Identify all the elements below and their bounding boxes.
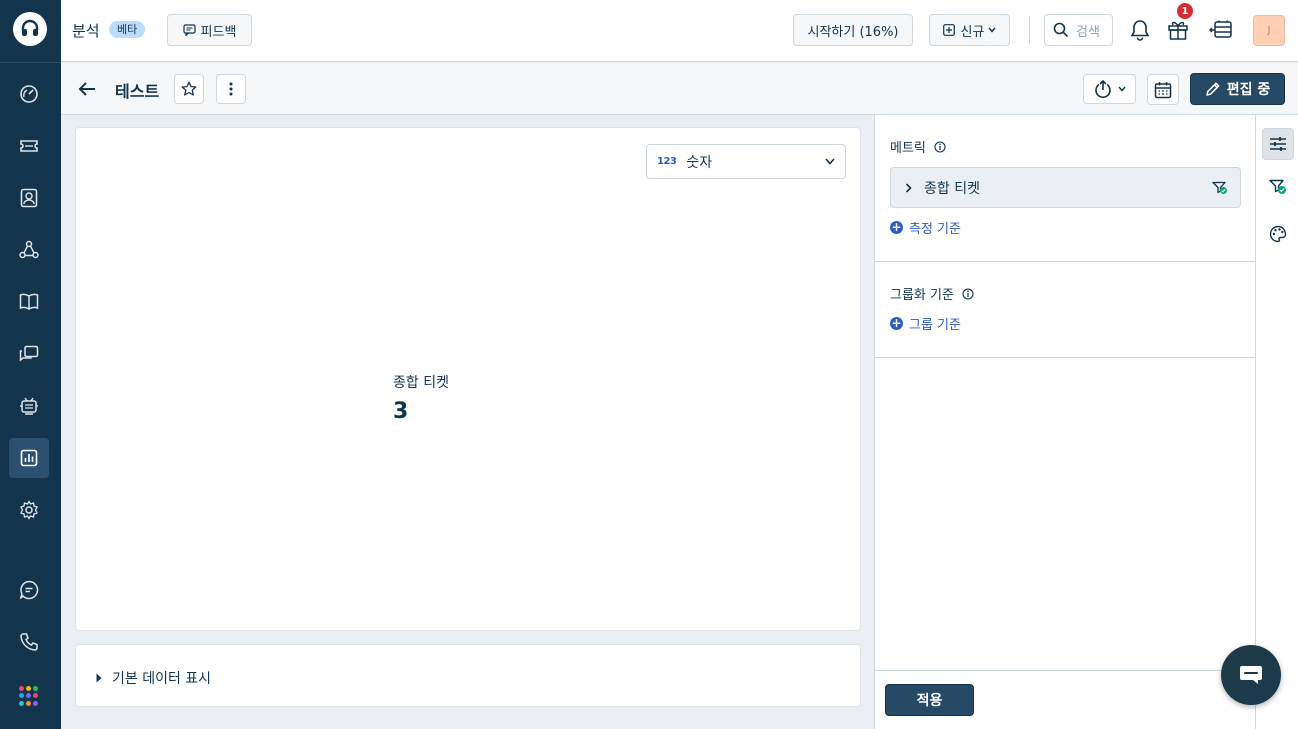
nav-bot-icon[interactable] — [9, 386, 49, 426]
settings-sliders-icon[interactable] — [1262, 128, 1294, 160]
add-measure-label: 측정 기준 — [909, 222, 961, 237]
palette-icon[interactable] — [1262, 218, 1294, 250]
underlying-data-section: 기본 데이터 표시 — [75, 644, 861, 707]
app-grid-dot — [26, 693, 31, 699]
report-header: 테스트 편집 중 — [61, 63, 1298, 115]
search-button[interactable]: 검색 — [1044, 14, 1113, 46]
feedback-icon — [182, 24, 196, 36]
export-icon — [1094, 80, 1112, 98]
editing-label: 편집 중 — [1226, 82, 1271, 98]
app-grid-dot — [19, 700, 24, 706]
calendar-button[interactable] — [1147, 74, 1179, 105]
chart-widget: 123 숫자 종합 티켓 3 — [75, 127, 861, 631]
show-underlying-data-toggle[interactable]: 기본 데이터 표시 — [96, 668, 211, 688]
info-icon[interactable] — [962, 287, 974, 300]
feedback-label: 피드백 — [200, 24, 237, 40]
apply-button[interactable]: 적용 — [885, 684, 974, 716]
getting-started-label: 시작하기 (16%) — [807, 24, 899, 40]
add-measure-link[interactable]: + 측정 기준 — [890, 218, 961, 237]
panel-footer: 적용 — [875, 670, 1256, 729]
nav-contacts-icon[interactable] — [9, 178, 49, 218]
plus-circle-icon: + — [890, 316, 903, 330]
kebab-menu-icon — [229, 81, 233, 97]
nav-tickets-icon[interactable] — [9, 126, 49, 166]
visualization-type-label: 숫자 — [686, 154, 713, 171]
export-dropdown-button[interactable] — [1083, 74, 1136, 104]
chat-bubble-icon — [1238, 664, 1264, 686]
top-bar: 분석 베타 피드백 시작하기 (16%) 신규 검색 1 J — [61, 0, 1298, 62]
metric-label: 종합 티켓 — [393, 375, 449, 391]
app-grid-dot — [33, 700, 38, 706]
app-title: 분석 — [72, 22, 100, 40]
notification-count-badge: 1 — [1176, 2, 1194, 20]
beta-badge: 베타 — [109, 21, 146, 38]
visualization-type-select[interactable]: 123 숫자 — [646, 144, 846, 179]
page-title: 테스트 — [115, 82, 160, 101]
group-by-title-label: 그룹화 기준 — [890, 288, 954, 303]
app-switcher-grid-icon[interactable] — [19, 686, 39, 706]
chevron-down-icon — [1117, 86, 1126, 92]
plus-square-icon — [942, 24, 955, 36]
gift-icon[interactable] — [1165, 17, 1191, 43]
nav-groups-icon[interactable] — [9, 230, 49, 270]
metric-item[interactable]: 종합 티켓 — [890, 167, 1241, 208]
metric-item-label: 종합 티켓 — [924, 180, 980, 197]
add-group-link[interactable]: + 그룹 기준 — [890, 314, 961, 333]
freshdesk-logo-icon[interactable] — [13, 12, 47, 46]
add-group-label: 그룹 기준 — [909, 318, 961, 333]
topbar-divider — [1029, 16, 1030, 44]
nav-dashboard-icon[interactable] — [9, 74, 49, 114]
nav-knowledge-base-icon[interactable] — [9, 282, 49, 322]
chat-widget-button[interactable] — [1221, 645, 1281, 705]
star-icon — [181, 81, 197, 97]
chevron-right-icon[interactable] — [905, 182, 912, 193]
workspace-switch-icon[interactable] — [1208, 17, 1236, 43]
more-options-button[interactable] — [216, 74, 246, 104]
filter-applied-icon[interactable] — [1212, 181, 1228, 195]
metrics-title-label: 메트릭 — [890, 141, 926, 156]
chevron-down-icon — [988, 27, 996, 33]
app-grid-dot — [19, 686, 24, 691]
app-grid-dot — [26, 700, 31, 706]
app-grid-dot — [26, 686, 31, 691]
right-rail — [1255, 115, 1298, 729]
user-avatar[interactable]: J — [1253, 15, 1285, 46]
feedback-button[interactable]: 피드백 — [167, 14, 252, 46]
filter-check-icon[interactable] — [1262, 171, 1294, 203]
logo-divider — [0, 62, 61, 63]
nav-phone-icon[interactable] — [9, 622, 49, 662]
back-arrow-icon[interactable] — [75, 77, 99, 101]
nav-forums-icon[interactable] — [9, 334, 49, 374]
group-by-section: 그룹화 기준 + 그룹 기준 — [875, 262, 1256, 358]
search-placeholder: 검색 — [1076, 24, 1100, 40]
favorite-star-button[interactable] — [174, 74, 204, 104]
metric-value: 3 — [393, 399, 409, 424]
nav-admin-settings-icon[interactable] — [9, 490, 49, 530]
app-grid-dot — [19, 693, 24, 699]
notifications-bell-icon[interactable] — [1127, 17, 1153, 43]
info-icon[interactable] — [934, 140, 946, 153]
getting-started-button[interactable]: 시작하기 (16%) — [793, 14, 913, 46]
left-nav — [0, 0, 61, 729]
new-label: 신규 — [960, 24, 985, 40]
nav-chat-icon[interactable] — [9, 570, 49, 610]
nav-analytics-icon[interactable] — [9, 438, 49, 478]
metrics-section: 메트릭 종합 티켓 + 측정 기준 — [875, 115, 1256, 262]
pencil-icon — [1205, 81, 1221, 97]
caret-right-icon — [96, 673, 102, 683]
group-by-section-title: 그룹화 기준 — [890, 284, 974, 303]
metrics-section-title: 메트릭 — [890, 137, 946, 156]
chevron-down-icon — [825, 158, 835, 165]
app-grid-dot — [33, 686, 38, 691]
search-icon — [1053, 22, 1069, 38]
new-button[interactable]: 신규 — [929, 14, 1010, 46]
configuration-panel: 메트릭 종합 티켓 + 측정 기준 그룹화 기준 + 그룹 기준 적용 — [874, 115, 1256, 729]
plus-circle-icon: + — [890, 220, 903, 234]
app-grid-dot — [33, 693, 38, 699]
calendar-icon — [1154, 81, 1172, 99]
number-type-icon: 123 — [657, 156, 677, 167]
underlying-data-label: 기본 데이터 표시 — [112, 671, 212, 687]
editing-button[interactable]: 편집 중 — [1190, 73, 1285, 105]
